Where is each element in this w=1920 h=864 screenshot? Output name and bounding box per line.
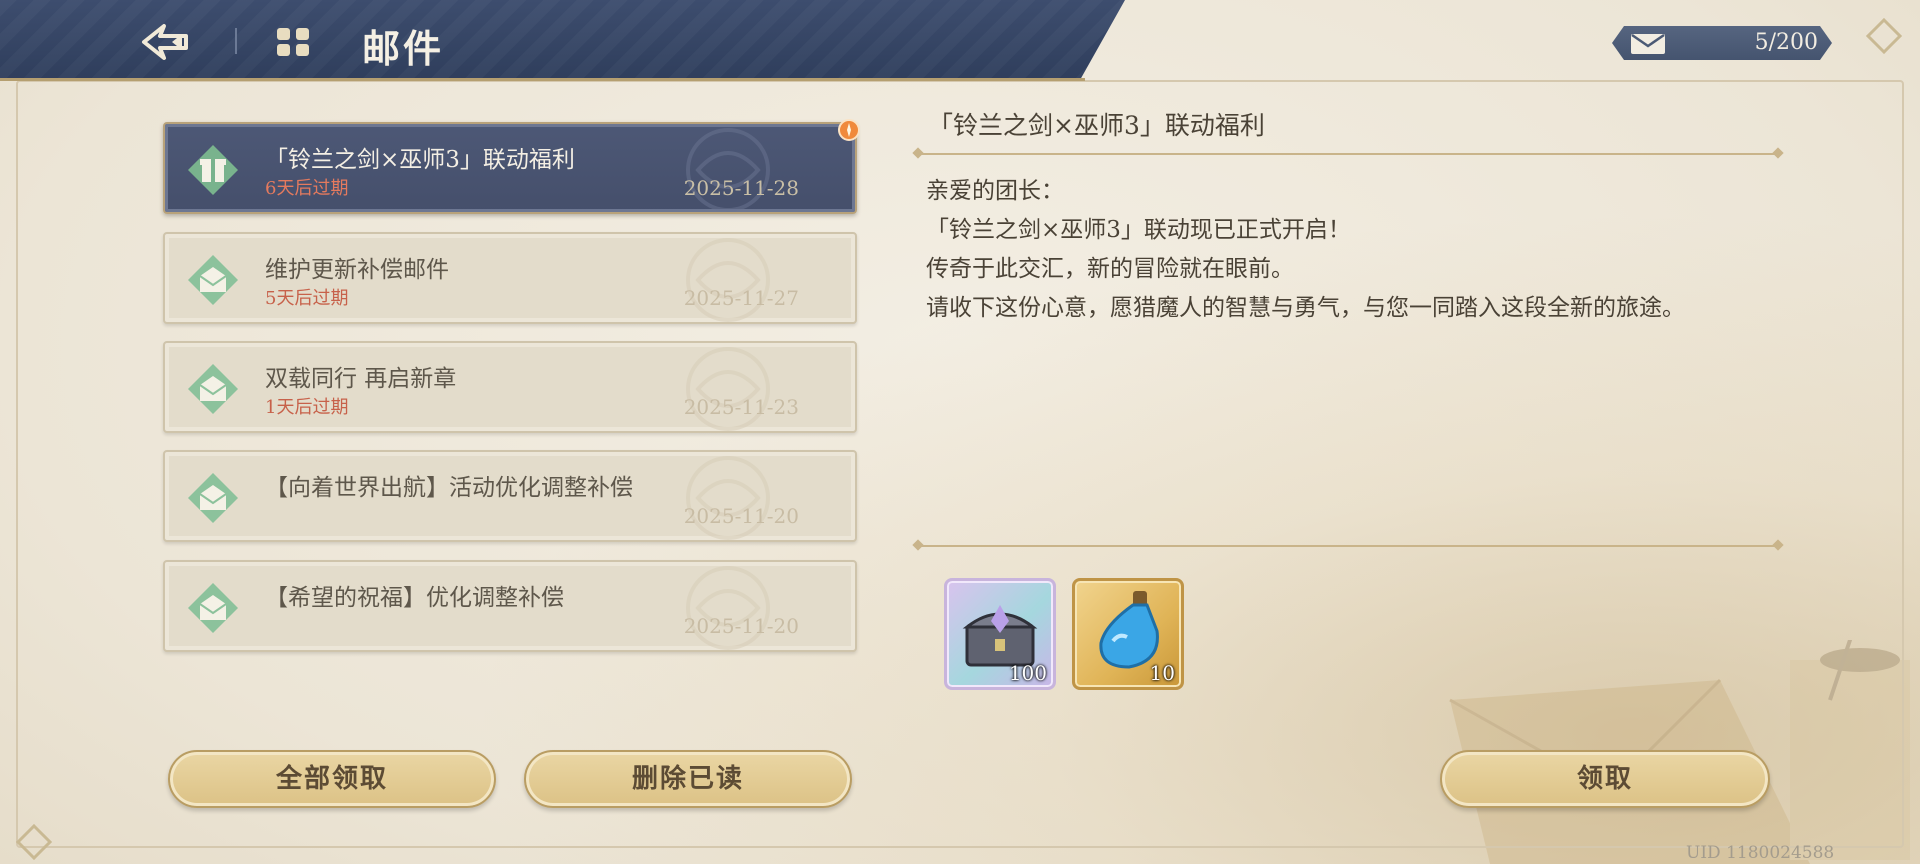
unread-badge-icon bbox=[838, 119, 860, 141]
reward-item[interactable]: 100 bbox=[944, 578, 1056, 690]
crest-watermark-icon bbox=[686, 456, 770, 540]
mail-expiry: 1天后过期 bbox=[265, 397, 349, 418]
uid-label: UID 1180024588 bbox=[1686, 843, 1835, 863]
detail-line: 亲爱的团长： bbox=[926, 178, 1064, 204]
mail-date: 2025-11-20 bbox=[683, 614, 799, 638]
header-edge bbox=[0, 78, 1085, 81]
claim-button[interactable]: 领取 bbox=[1440, 750, 1770, 808]
detail-body: 亲爱的团长： 「铃兰之剑×巫师3」联动现已正式开启！ 传奇于此交汇，新的冒险就在… bbox=[926, 172, 1766, 328]
crest-watermark-icon bbox=[686, 128, 770, 212]
opened-letter-icon bbox=[188, 255, 238, 305]
delete-read-button[interactable]: 删除已读 bbox=[524, 750, 852, 808]
crest-watermark-icon bbox=[686, 566, 770, 650]
mail-expiry: 6天后过期 bbox=[265, 178, 349, 199]
crest-watermark-icon bbox=[686, 238, 770, 322]
back-arrow-icon[interactable] bbox=[138, 20, 190, 64]
reward-count: 10 bbox=[1149, 661, 1175, 685]
detail-line: 「铃兰之剑×巫师3」联动现已正式开启！ bbox=[926, 217, 1351, 243]
mail-item[interactable]: 「铃兰之剑×巫师3」联动福利 6天后过期 2025-11-28 bbox=[163, 122, 857, 214]
crest-watermark-icon bbox=[686, 347, 770, 431]
mail-expiry: 5天后过期 bbox=[265, 288, 349, 309]
mail-title: 【向着世界出航】活动优化调整补偿 bbox=[265, 475, 633, 501]
mail-title: 【希望的祝福】优化调整补偿 bbox=[265, 585, 564, 611]
reward-count: 100 bbox=[1008, 661, 1047, 685]
mail-item[interactable]: 双载同行 再启新章 1天后过期 2025-11-23 bbox=[163, 341, 857, 433]
claim-all-button[interactable]: 全部领取 bbox=[168, 750, 496, 808]
opened-letter-icon bbox=[188, 583, 238, 633]
opened-letter-icon bbox=[188, 473, 238, 523]
mail-count-text: 5/200 bbox=[1754, 30, 1818, 55]
mail-title: 双载同行 再启新章 bbox=[265, 366, 457, 392]
mail-grid-icon bbox=[277, 28, 309, 56]
rewards-divider bbox=[918, 545, 1778, 547]
mail-item[interactable]: 维护更新补偿邮件 5天后过期 2025-11-27 bbox=[163, 232, 857, 324]
detail-line: 传奇于此交汇，新的冒险就在眼前。 bbox=[926, 256, 1294, 282]
header-divider bbox=[235, 28, 237, 54]
reward-item[interactable]: 10 bbox=[1072, 578, 1184, 690]
opened-letter-icon bbox=[188, 364, 238, 414]
title-divider bbox=[918, 153, 1778, 155]
mail-date: 2025-11-20 bbox=[683, 504, 799, 528]
mail-date: 2025-11-27 bbox=[683, 286, 799, 310]
mail-title: 「铃兰之剑×巫师3」联动福利 bbox=[265, 147, 575, 173]
envelope-icon bbox=[1631, 33, 1665, 54]
page-title: 邮件 bbox=[362, 26, 445, 71]
corner-ornament-icon bbox=[1865, 17, 1903, 55]
detail-line: 请收下这份心意，愿猎魔人的智慧与勇气，与您一同踏入这段全新的旅途。 bbox=[926, 295, 1685, 321]
mail-title: 维护更新补偿邮件 bbox=[265, 257, 449, 283]
mail-date: 2025-11-28 bbox=[683, 176, 799, 200]
mail-item[interactable]: 【向着世界出航】活动优化调整补偿 2025-11-20 bbox=[163, 450, 857, 542]
mail-date: 2025-11-23 bbox=[683, 395, 799, 419]
corner-ornament-icon bbox=[15, 823, 53, 861]
mail-item[interactable]: 【希望的祝福】优化调整补偿 2025-11-20 bbox=[163, 560, 857, 652]
gift-icon bbox=[188, 145, 238, 195]
detail-title: 「铃兰之剑×巫师3」联动福利 bbox=[928, 111, 1265, 140]
